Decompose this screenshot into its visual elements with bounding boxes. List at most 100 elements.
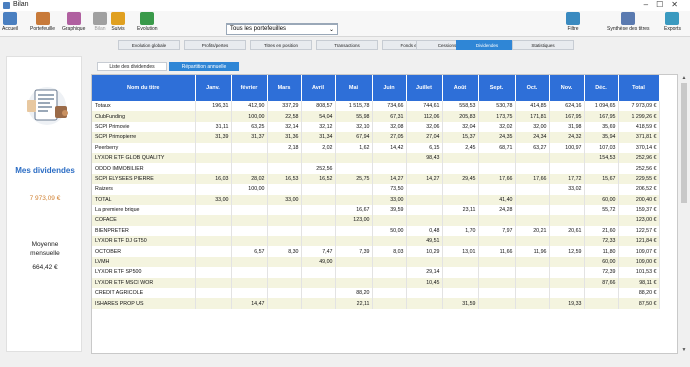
tab-profits-pertes[interactable]: Profits/pertes [184, 40, 246, 50]
table-row[interactable]: LYXOR ETF MSCI WOR 10,45 87,66 98,11 € [92, 277, 660, 289]
table-row[interactable]: Raizers 100,00 73,50 33,02 206,52 € [92, 184, 660, 195]
row-value-cell: 252,56 [301, 163, 336, 174]
column-header-10[interactable]: Oct. [515, 75, 550, 101]
column-header-12[interactable]: Déc. [584, 75, 619, 101]
row-value-cell [406, 288, 443, 299]
portfolio-select[interactable]: Tous les portefeuilles ⌄ [226, 24, 338, 35]
toolbar-evolution-button[interactable]: Evolution [137, 12, 158, 32]
row-value-cell: 41,40 [478, 194, 516, 205]
tab-evolution-globale[interactable]: Evolution globale [118, 40, 180, 50]
column-header-5[interactable]: Mai [335, 75, 373, 101]
table-row[interactable]: La premiere brique 16,67 39,59 23,11 24,28 55… [92, 204, 660, 216]
row-value-cell: 22,11 [335, 298, 373, 309]
row-value-cell: 60,00 [584, 256, 619, 268]
scroll-down-icon[interactable]: ▼ [681, 347, 687, 353]
subtab-list[interactable]: Liste des dividendes [97, 62, 167, 71]
table-row[interactable]: SCPI ELYSEES PIERRE 16,03 28,02 16,53 16,52 2… [92, 173, 660, 185]
row-value-cell: 20,61 [549, 225, 585, 237]
vertical-scrollbar[interactable]: ▲ ▼ [680, 74, 688, 354]
tab-titres-en-position[interactable]: Titres en position [250, 40, 312, 50]
row-value-cell [231, 267, 268, 278]
window-controls[interactable]: –☐✕ [644, 0, 686, 9]
column-header-3[interactable]: Mars [267, 75, 302, 101]
row-value-cell: 252,96 € [618, 152, 660, 164]
row-name-cell: La premiere brique [92, 204, 196, 216]
filter-icon [566, 12, 580, 25]
row-value-cell [301, 225, 336, 237]
column-header-1[interactable]: Janv. [195, 75, 232, 101]
column-header-2[interactable]: février [231, 75, 268, 101]
row-value-cell [442, 256, 479, 268]
row-name-cell: Totaux [92, 101, 196, 112]
row-value-cell [549, 163, 585, 174]
toolbar-accueil-button[interactable]: Accueil [2, 12, 18, 32]
tab-transactions[interactable]: Transactions [316, 40, 378, 50]
toolbar-suivis-button[interactable]: Suivis [111, 12, 125, 32]
monthly-label-line2: mensuelle [30, 250, 60, 257]
row-value-cell: 171,81 [515, 111, 550, 122]
table-row[interactable]: SCPI Primovie 31,11 63,25 32,14 32,12 32,10 32… [92, 121, 660, 133]
table-row[interactable]: BIENPRETER 50,00 0,48 1,70 7,97 20,21 20,61 21,… [92, 225, 660, 237]
column-header-4[interactable]: Avril [301, 75, 336, 101]
row-value-cell [478, 152, 516, 164]
toolbar-label: Accueil [2, 26, 19, 32]
row-value-cell [301, 215, 336, 226]
scroll-up-icon[interactable]: ▲ [681, 75, 687, 81]
filter-button[interactable]: Filtre [566, 12, 580, 32]
column-header-6[interactable]: Juin [372, 75, 407, 101]
table-row[interactable]: ClubFunding 100,00 22,58 54,04 55,98 67,31 112… [92, 111, 660, 122]
row-value-cell [478, 236, 516, 247]
scroll-thumb[interactable] [681, 83, 687, 203]
table-row[interactable]: ODDO IMMOBILIER 252,56 252,56 € [92, 163, 660, 174]
row-value-cell [335, 152, 373, 164]
table-row[interactable]: COFACE 123,00 123,00 € [92, 215, 660, 226]
toolbar: Accueil Portefeuille Graphique Bilan Suivis E… [0, 11, 690, 37]
toolbar-graphique-button[interactable]: Graphique [62, 12, 85, 32]
row-value-cell [442, 277, 479, 289]
row-value-cell: 50,00 [372, 225, 407, 237]
column-header-11[interactable]: Nov. [549, 75, 585, 101]
column-header-name[interactable]: Nom du titre [92, 75, 196, 101]
tab-dividendes[interactable]: Dividendes [456, 40, 518, 50]
toolbar-portefeuille-button[interactable]: Portefeuille [30, 12, 55, 32]
chevron-down-icon: ⌄ [328, 27, 334, 33]
subtab-annual[interactable]: Répartition annuelle [169, 62, 239, 71]
portfolio-icon [35, 12, 50, 25]
row-value-cell [267, 163, 302, 174]
export-button[interactable]: Exports [664, 12, 681, 32]
totals-row[interactable]: Totaux 196,31 412,90 337,29 808,57 1 515,78 73… [92, 101, 660, 112]
table-row[interactable]: SCPI Primopierre 31,39 31,37 31,36 31,34 67,9… [92, 132, 660, 143]
table-row[interactable]: LYXOR ETF DJ GT50 49,51 72,33 121,84 € [92, 236, 660, 247]
row-value-cell [195, 288, 232, 299]
column-header-8[interactable]: Août [442, 75, 479, 101]
row-value-cell [442, 215, 479, 226]
column-header-7[interactable]: Juillet [406, 75, 443, 101]
row-value-cell: 13,01 [442, 246, 479, 257]
row-value-cell [442, 184, 479, 195]
column-header-13[interactable]: Total [618, 75, 660, 101]
row-value-cell: 15,67 [584, 173, 619, 185]
row-value-cell: 206,52 € [618, 184, 660, 195]
row-value-cell [515, 204, 550, 216]
tab-statistiques[interactable]: Statistiques [512, 40, 574, 50]
table-row[interactable]: LVMH 49,00 60,00 109,00 € [92, 256, 660, 268]
row-value-cell [372, 277, 407, 289]
synthesis-button[interactable]: Synthèse des titres [607, 12, 650, 32]
row-value-cell [406, 163, 443, 174]
table-row[interactable]: OCTOBER 6,57 8,30 7,47 7,39 8,03 10,29 13,01 11,… [92, 246, 660, 257]
table-row[interactable]: CREDIT AGRICOLE 88,20 88,20 € [92, 288, 660, 299]
row-name-cell: LYXOR ETF MSCI WOR [92, 277, 196, 289]
row-value-cell [515, 152, 550, 164]
table-row[interactable]: LYXOR ETF SP500 29,14 72,39 101,53 € [92, 267, 660, 278]
toolbar-bilan-button[interactable]: Bilan [93, 12, 107, 32]
column-header-9[interactable]: Sept. [478, 75, 516, 101]
row-value-cell [195, 236, 232, 247]
table-row[interactable]: LYXOR ETF GLOB QUALITY 98,43 154,53 252,96 … [92, 152, 660, 164]
table-row[interactable]: ISHARES PROP US 14,47 22,11 31,59 19,33 87,50… [92, 298, 660, 309]
row-value-cell: 10,45 [406, 277, 443, 289]
row-value-cell [372, 236, 407, 247]
table-row[interactable]: TOTAL 33,00 33,00 33,00 41,40 60,00 200,40 € [92, 194, 660, 205]
row-value-cell: 98,11 € [618, 277, 660, 289]
row-value-cell: 808,57 [301, 101, 336, 112]
table-row[interactable]: Peerberry 2,18 2,02 1,62 14,42 6,15 2,45 68,71 6… [92, 142, 660, 153]
